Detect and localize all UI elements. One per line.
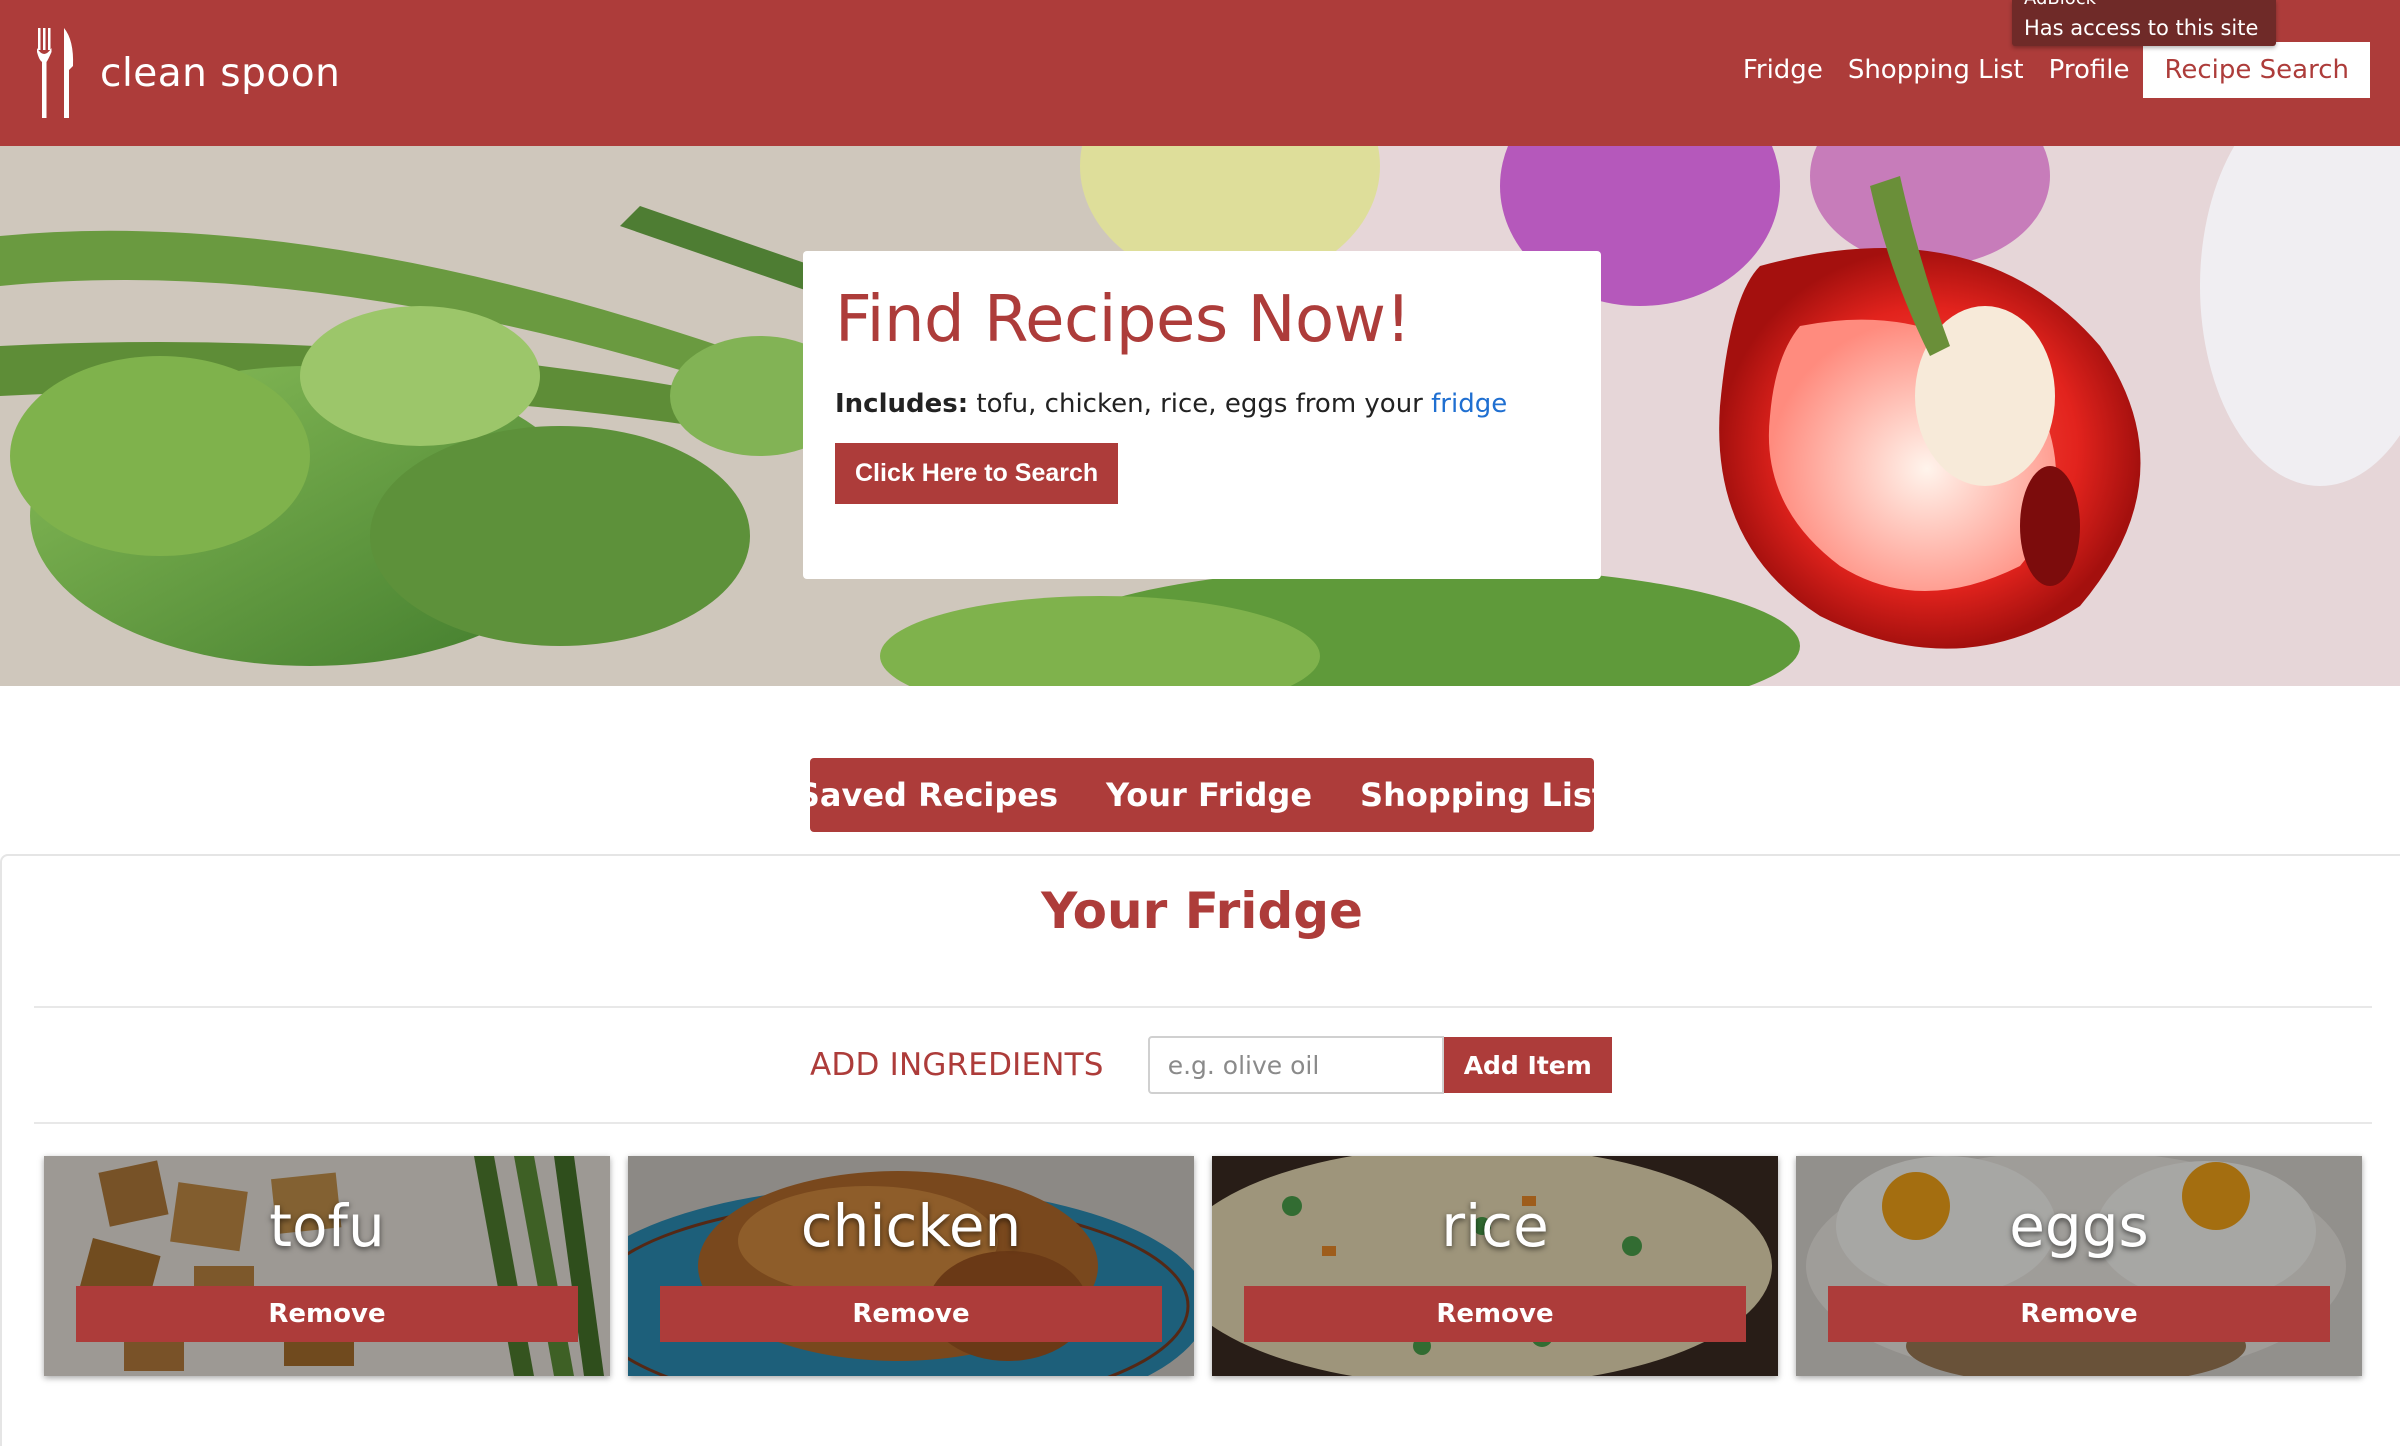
- nav-link-shopping-list[interactable]: Shopping List: [1848, 55, 2024, 85]
- ingredient-input[interactable]: [1147, 1036, 1444, 1094]
- search-recipes-button[interactable]: Click Here to Search: [835, 443, 1119, 504]
- nav-link-profile[interactable]: Profile: [2049, 55, 2130, 85]
- nav-link-recipe-search[interactable]: Recipe Search: [2143, 42, 2370, 98]
- tab-saved-recipes[interactable]: Saved Recipes: [773, 776, 1082, 814]
- top-navbar: clean spoon Fridge Shopping List Profile…: [0, 0, 2400, 146]
- fork-knife-icon: [37, 28, 74, 118]
- extension-name: AdBlock: [2024, 0, 2096, 9]
- fridge-items: tofu Remove chicken Remove rice Remove e…: [44, 1156, 2380, 1376]
- remove-tofu-button[interactable]: Remove: [76, 1286, 578, 1342]
- fridge-link[interactable]: fridge: [1431, 389, 1507, 419]
- add-ingredients-label: ADD INGREDIENTS: [810, 1047, 1104, 1083]
- section-tabs: Saved Recipes Your Fridge Shopping List: [797, 758, 1607, 832]
- fridge-item-card: tofu Remove: [44, 1156, 610, 1376]
- extension-message: Has access to this site: [2024, 16, 2259, 40]
- hero-card: Find Recipes Now! Includes: tofu, chicke…: [803, 251, 1601, 579]
- remove-chicken-button[interactable]: Remove: [660, 1286, 1162, 1342]
- brand-logo[interactable]: clean spoon: [36, 24, 340, 122]
- includes-items: tofu, chicken, rice, eggs from your: [976, 389, 1423, 419]
- hero-banner: Find Recipes Now! Includes: tofu, chicke…: [0, 146, 2400, 686]
- nav-link-fridge[interactable]: Fridge: [1743, 55, 1823, 85]
- fridge-item-card: eggs Remove: [1796, 1156, 2362, 1376]
- divider: [34, 1006, 2372, 1008]
- hero-includes-text: Includes: tofu, chicken, rice, eggs from…: [835, 389, 1569, 419]
- extension-tooltip: AdBlock Has access to this site: [2012, 0, 2276, 46]
- divider: [34, 1122, 2372, 1124]
- fridge-item-name: eggs: [2009, 1192, 2149, 1260]
- fridge-item-name: chicken: [800, 1192, 1022, 1260]
- remove-eggs-button[interactable]: Remove: [1828, 1286, 2330, 1342]
- tab-shopping-list[interactable]: Shopping List: [1336, 776, 1631, 814]
- add-ingredients-row: ADD INGREDIENTS Add Item: [810, 1036, 1612, 1094]
- fridge-title: Your Fridge: [1041, 882, 1363, 940]
- includes-label: Includes:: [835, 389, 969, 419]
- fridge-item-card: chicken Remove: [628, 1156, 1194, 1376]
- tab-your-fridge[interactable]: Your Fridge: [1082, 776, 1336, 814]
- main-nav: Fridge Shopping List Profile Recipe Sear…: [1718, 42, 2370, 98]
- add-item-button[interactable]: Add Item: [1443, 1037, 1612, 1093]
- hero-title: Find Recipes Now!: [835, 283, 1411, 357]
- fridge-panel: Your Fridge ADD INGREDIENTS Add Item: [0, 854, 2400, 1446]
- remove-rice-button[interactable]: Remove: [1244, 1286, 1746, 1342]
- brand-name: clean spoon: [100, 50, 341, 96]
- fridge-item-name: tofu: [269, 1192, 385, 1260]
- fridge-item-name: rice: [1441, 1192, 1549, 1260]
- fridge-item-card: rice Remove: [1212, 1156, 1778, 1376]
